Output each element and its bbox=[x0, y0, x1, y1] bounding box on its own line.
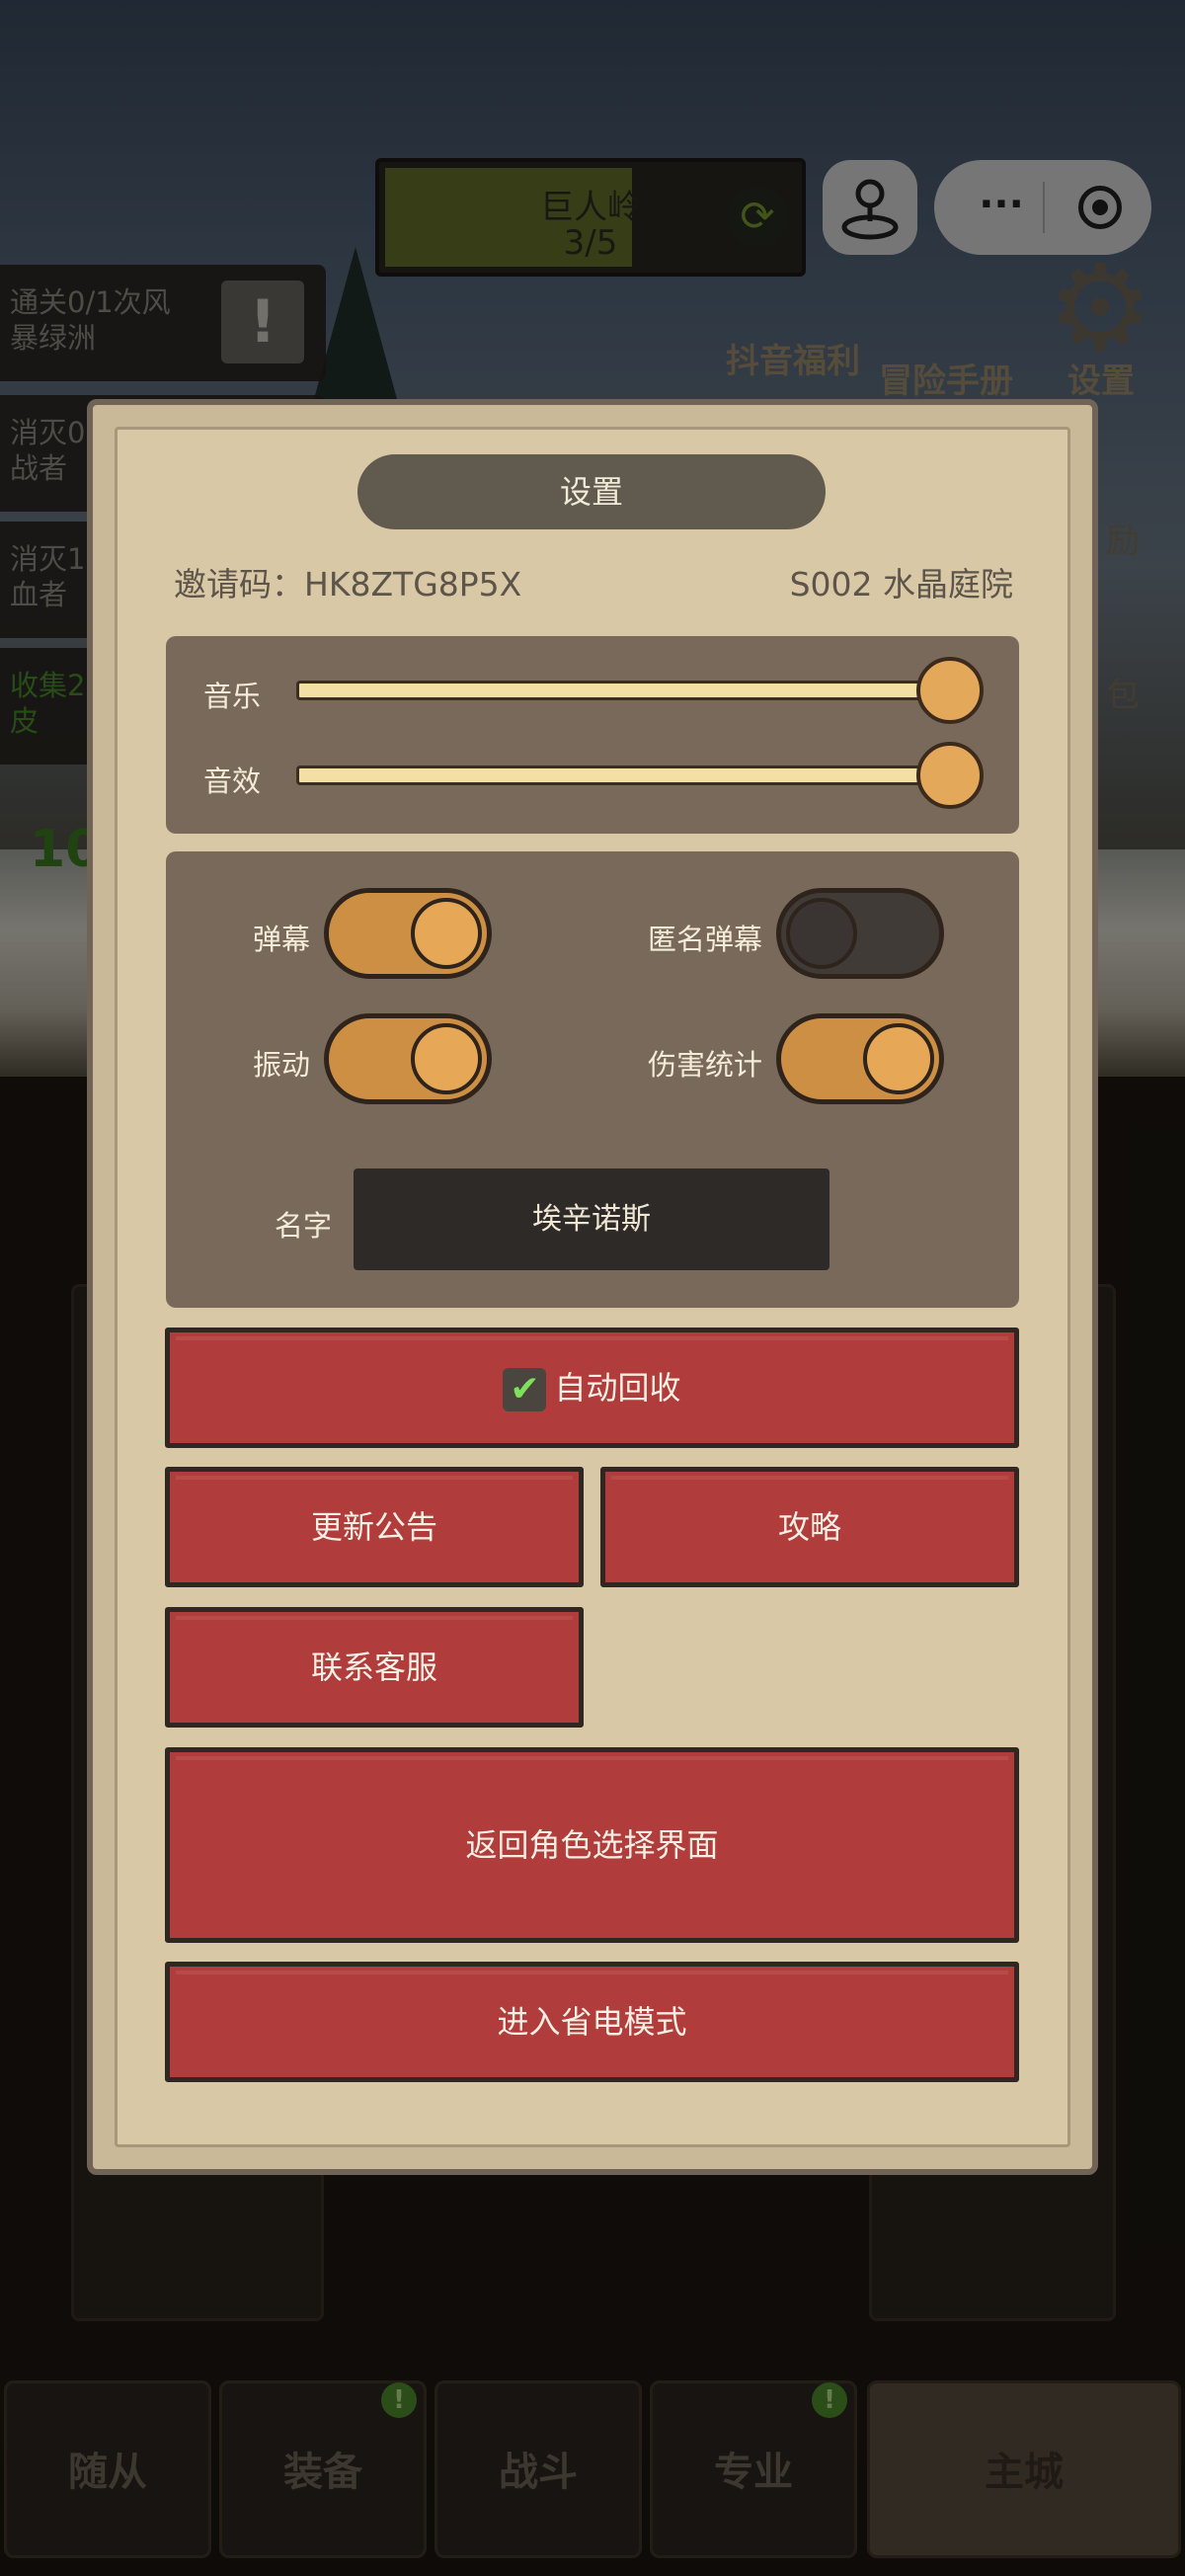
toggle-knob bbox=[786, 898, 857, 969]
damage-stats-toggle[interactable] bbox=[776, 1013, 944, 1104]
danmaku-toggle[interactable] bbox=[324, 888, 492, 979]
invite-code[interactable]: 邀请码：HK8ZTG8P5X bbox=[174, 560, 687, 609]
vibration-toggle[interactable] bbox=[324, 1013, 492, 1104]
music-slider-track[interactable] bbox=[296, 681, 978, 700]
name-label: 名字 bbox=[274, 1209, 332, 1243]
settings-title: 设置 bbox=[357, 454, 826, 529]
update-notice-button[interactable]: 更新公告 bbox=[165, 1467, 584, 1587]
sfx-slider-track[interactable] bbox=[296, 765, 978, 785]
guide-button[interactable]: 攻略 bbox=[600, 1467, 1019, 1587]
toggle-knob bbox=[863, 1023, 934, 1094]
sfx-slider-handle[interactable] bbox=[916, 742, 984, 809]
music-label: 音乐 bbox=[203, 680, 262, 713]
vibration-label: 振动 bbox=[252, 1048, 310, 1082]
damage-stats-label: 伤害统计 bbox=[647, 1048, 762, 1082]
toggle-knob bbox=[411, 1023, 482, 1094]
name-input[interactable]: 埃辛诺斯 bbox=[354, 1168, 830, 1270]
return-character-select-button[interactable]: 返回角色选择界面 bbox=[165, 1747, 1019, 1943]
power-save-button[interactable]: 进入省电模式 bbox=[165, 1962, 1019, 2082]
auto-recycle-button[interactable]: ✔ 自动回收 bbox=[165, 1328, 1019, 1448]
anon-danmaku-toggle[interactable] bbox=[776, 888, 944, 979]
audio-settings-box bbox=[166, 636, 1019, 834]
auto-recycle-label: 自动回收 bbox=[554, 1369, 681, 1407]
sfx-label: 音效 bbox=[203, 765, 262, 798]
anon-danmaku-label: 匿名弹幕 bbox=[647, 923, 762, 956]
music-slider-handle[interactable] bbox=[916, 657, 984, 724]
server-name: S002 水晶庭院 bbox=[789, 565, 1013, 604]
contact-service-button[interactable]: 联系客服 bbox=[165, 1607, 584, 1728]
toggle-knob bbox=[411, 898, 482, 969]
danmaku-label: 弹幕 bbox=[252, 923, 310, 956]
checkmark-icon[interactable]: ✔ bbox=[503, 1368, 547, 1411]
